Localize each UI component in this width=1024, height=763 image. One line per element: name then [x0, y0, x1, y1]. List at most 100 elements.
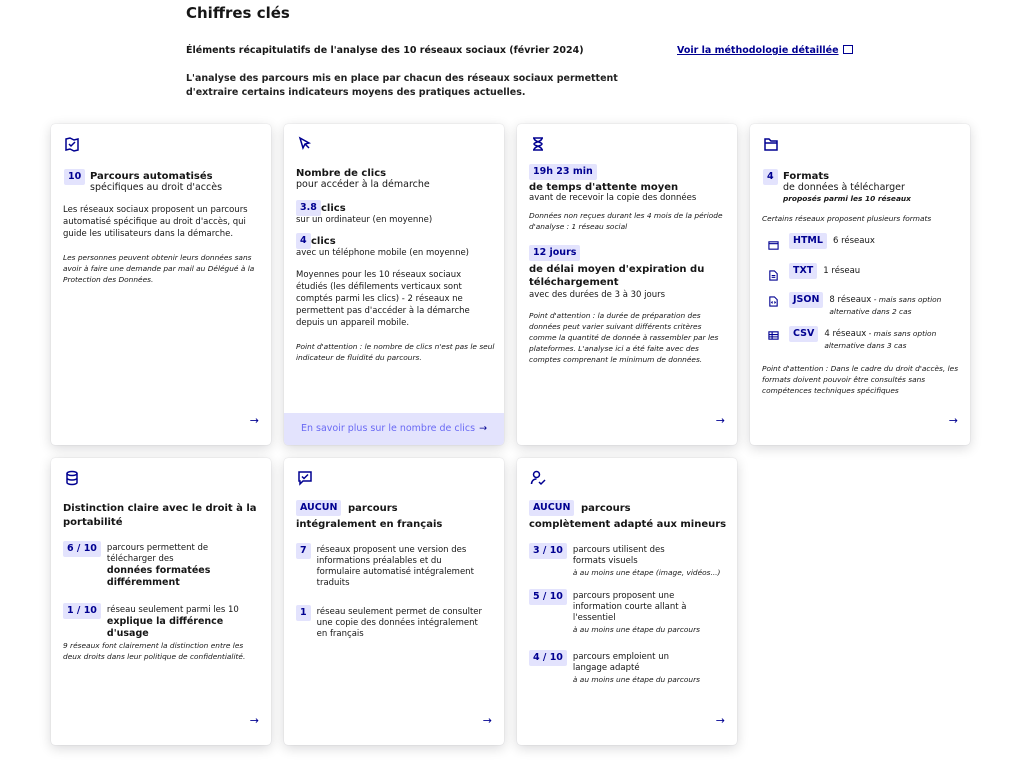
expiry-badge: 12 jours	[529, 245, 581, 261]
arrow-right-icon[interactable]: →	[250, 714, 259, 727]
portability-row-1: 6 / 10 parcours permettent de télécharge…	[63, 541, 227, 589]
card-attente[interactable]: 19h 23 min de temps d'attente moyen avan…	[517, 124, 737, 445]
count-badge: 7	[296, 543, 311, 559]
chat-check-icon	[297, 470, 313, 486]
none-badge: AUCUN	[296, 500, 342, 516]
window-icon	[768, 236, 779, 250]
expiry-note: Point d'attention : la durée de préparat…	[529, 311, 719, 364]
wait-time-subtitle: avant de recevoir la copie des données	[529, 193, 697, 203]
row-text: réseau seulement parmi les 10	[106, 605, 239, 615]
minors-row-2: 5 / 10 parcours proposent une informatio…	[529, 589, 733, 635]
count-badge: 1	[296, 605, 311, 621]
minors-row-1: 3 / 10 parcours utilisent des formats vi…	[529, 543, 733, 578]
ratio-badge: 5 / 10	[529, 589, 567, 605]
external-link-icon	[842, 45, 853, 54]
card-text: Les réseaux sociaux proposent un parcour…	[63, 205, 248, 239]
arrow-right-icon[interactable]: →	[483, 714, 492, 727]
ratio-badge: 6 / 10	[63, 541, 101, 557]
methodology-link[interactable]: Voir la méthodologie détaillée	[677, 45, 853, 56]
arrow-right-icon[interactable]: →	[716, 414, 725, 427]
card-clics[interactable]: Nombre de clics pour accéder à la démarc…	[284, 124, 504, 445]
card-note: 9 réseaux font clairement la distinction…	[63, 641, 246, 661]
none-badge: AUCUN	[529, 500, 575, 516]
card-note: Point d'attention : Dans le cadre du dro…	[762, 364, 959, 395]
formats-count-badge: 4	[763, 169, 778, 185]
mobile-clics-label: avec un téléphone mobile (en moyenne)	[296, 248, 470, 258]
intro-description: L'analyse des parcours mis en place par …	[186, 73, 618, 98]
desktop-clics-value: 3.8	[296, 200, 321, 216]
count-badge: 10	[64, 169, 86, 185]
row-text: réseaux proposent une version des inform…	[316, 545, 474, 588]
ratio-badge: 3 / 10	[529, 543, 567, 559]
format-count: 6 réseaux	[832, 235, 875, 246]
card-subtitle: de données à télécharger	[783, 182, 905, 193]
page-title: Chiffres clés	[186, 4, 290, 22]
minors-row-3: 4 / 10 parcours emploient un langage ada…	[529, 650, 733, 685]
card-note: Les personnes peuvent obtenir leurs donn…	[63, 253, 255, 284]
card-text: Moyennes pour les 10 réseaux sociaux étu…	[296, 270, 470, 328]
arrow-right-icon[interactable]: →	[949, 414, 958, 427]
card-title-line2: intégralement en français	[296, 519, 443, 530]
arrow-right-icon[interactable]: →	[716, 714, 725, 727]
row-bold: données formatées différemment	[106, 565, 211, 588]
ratio-badge: 4 / 10	[529, 650, 567, 666]
format-badge: TXT	[789, 263, 818, 279]
intro-subtitle: Éléments récapitulatifs de l'analyse des…	[186, 45, 584, 56]
format-badge: HTML	[789, 233, 827, 249]
format-row-txt: TXT 1 réseau	[768, 263, 861, 281]
format-badge: CSV	[789, 326, 819, 342]
card-mineurs[interactable]: AUCUN parcours complètement adapté aux m…	[517, 458, 737, 745]
format-count: 8 réseaux	[829, 295, 872, 305]
format-badge: JSON	[789, 292, 824, 308]
table-icon	[768, 326, 779, 340]
card-title: parcours	[581, 503, 631, 514]
cursor-icon	[297, 136, 313, 152]
format-row-csv: CSV 4 réseaux - mais sans option alterna…	[768, 326, 948, 352]
more-clics-link[interactable]: En savoir plus sur le nombre de clics →	[284, 413, 504, 445]
wait-time-note: Données non reçues durant les 4 mois de …	[529, 211, 723, 231]
map-icon	[64, 136, 80, 152]
french-row-1: 7 réseaux proposent une version des info…	[296, 543, 487, 589]
row-text: parcours utilisent des formats visuels	[572, 545, 665, 566]
formats-note-top: Certains réseaux proposent plusieurs for…	[762, 214, 932, 223]
card-formats[interactable]: 4 Formats de données à télécharger propo…	[750, 124, 970, 445]
format-row-json: JSON 8 réseaux - mais sans option altern…	[768, 292, 953, 318]
card-subtitle: spécifiques au droit d'accès	[90, 182, 223, 193]
card-francais[interactable]: AUCUN parcours intégralement en français…	[284, 458, 504, 745]
file-code-icon	[768, 292, 779, 307]
card-subtitle-italic: proposés parmi les 10 réseaux	[783, 194, 911, 203]
row-note: à au moins une étape du parcours	[572, 625, 700, 634]
arrow-right-icon[interactable]: →	[250, 414, 259, 427]
row-text: parcours proposent une information court…	[572, 591, 687, 623]
folder-icon	[763, 136, 779, 152]
french-row-2: 1 réseau seulement permet de consulter u…	[296, 605, 487, 640]
desktop-clics-unit: clics	[321, 203, 346, 214]
format-count: 1 réseau	[823, 265, 861, 276]
arrow-right-icon: →	[479, 423, 488, 434]
portability-row-2: 1 / 10 réseau seulement parmi les 10 exp…	[63, 603, 267, 640]
row-text: parcours emploient un langage adapté	[572, 652, 669, 673]
row-note: à au moins une étape (image, vidéos...)	[572, 568, 721, 577]
card-subtitle: pour accéder à la démarche	[296, 179, 430, 190]
card-title: parcours	[348, 503, 398, 514]
card-parcours[interactable]: 10 Parcours automatisés spécifiques au d…	[51, 124, 271, 445]
file-text-icon	[768, 266, 779, 281]
expiry-subtitle: avec des durées de 3 à 30 jours	[529, 290, 666, 300]
format-row-html: HTML 6 réseaux	[768, 233, 875, 250]
desktop-clics-label: sur un ordinateur (en moyenne)	[296, 215, 433, 225]
wait-time-badge: 19h 23 min	[529, 164, 597, 180]
card-note: Point d'attention : le nombre de clics n…	[296, 342, 495, 362]
card-title-line2: complètement adapté aux mineurs	[529, 519, 727, 530]
card-title: Distinction claire avec le droit à la po…	[63, 503, 257, 528]
ratio-badge: 1 / 10	[63, 603, 101, 619]
row-text: réseau seulement permet de consulter une…	[316, 607, 483, 639]
card-portabilite[interactable]: Distinction claire avec le droit à la po…	[51, 458, 271, 745]
format-count: 4 réseaux	[824, 329, 867, 339]
user-check-icon	[530, 470, 546, 486]
database-icon	[64, 470, 80, 486]
expiry-title: de délai moyen d'expiration du télécharg…	[529, 264, 705, 288]
mobile-clics-unit: clics	[311, 236, 336, 247]
mobile-clics-value: 4	[296, 233, 311, 249]
row-text: parcours permettent de télécharger des	[106, 543, 209, 564]
row-bold: explique la différence d'usage	[106, 616, 224, 639]
